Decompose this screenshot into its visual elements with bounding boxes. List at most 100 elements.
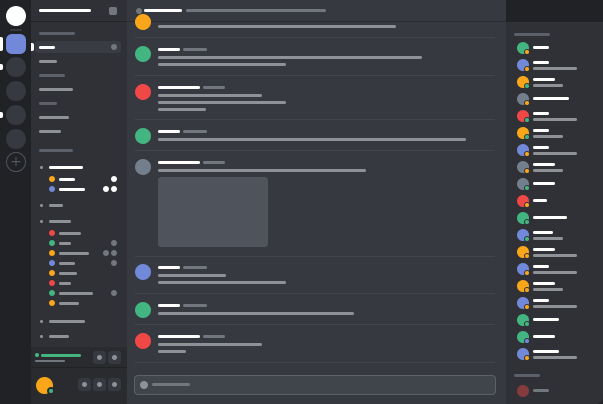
status-indicator bbox=[524, 66, 530, 72]
channel-name[interactable] bbox=[39, 46, 55, 49]
message-input[interactable] bbox=[134, 375, 496, 395]
microphone-icon[interactable] bbox=[78, 378, 91, 391]
channel-name[interactable] bbox=[39, 130, 61, 133]
gear-icon[interactable] bbox=[111, 44, 117, 50]
member-name[interactable] bbox=[533, 112, 549, 115]
avatar[interactable] bbox=[49, 270, 55, 276]
member-name[interactable] bbox=[533, 46, 549, 49]
timestamp bbox=[183, 130, 207, 133]
voice-member-name[interactable] bbox=[59, 232, 81, 235]
avatar[interactable] bbox=[49, 300, 55, 306]
member-name[interactable] bbox=[533, 318, 559, 321]
message-input-placeholder bbox=[152, 383, 190, 386]
headphones-icon bbox=[111, 250, 117, 256]
phone-icon[interactable] bbox=[108, 351, 121, 364]
username[interactable] bbox=[158, 86, 200, 89]
member-name[interactable] bbox=[533, 350, 559, 353]
member-name[interactable] bbox=[533, 265, 549, 268]
member-name[interactable] bbox=[533, 129, 549, 132]
plus-icon[interactable]: + bbox=[6, 152, 26, 172]
signal-icon[interactable] bbox=[93, 351, 106, 364]
member-name[interactable] bbox=[533, 97, 569, 100]
avatar[interactable] bbox=[49, 260, 55, 266]
headphones-icon[interactable] bbox=[93, 378, 106, 391]
username[interactable] bbox=[158, 266, 180, 269]
member-name[interactable] bbox=[533, 163, 555, 166]
avatar[interactable] bbox=[135, 128, 151, 144]
avatar[interactable] bbox=[135, 159, 151, 175]
speaker-icon bbox=[40, 220, 43, 223]
timestamp bbox=[183, 48, 207, 51]
avatar[interactable] bbox=[49, 230, 55, 236]
voice-channel-name[interactable] bbox=[49, 204, 63, 207]
member-name[interactable] bbox=[533, 231, 553, 234]
member-name[interactable] bbox=[533, 335, 555, 338]
avatar[interactable] bbox=[49, 176, 55, 182]
server-icon-1[interactable] bbox=[6, 34, 26, 54]
member-name[interactable] bbox=[533, 389, 549, 392]
voice-member-name[interactable] bbox=[59, 178, 75, 181]
member-name[interactable] bbox=[533, 78, 555, 81]
member-name[interactable] bbox=[533, 61, 549, 64]
avatar[interactable] bbox=[135, 14, 151, 30]
voice-member-name[interactable] bbox=[59, 252, 89, 255]
channel-name[interactable] bbox=[39, 88, 73, 91]
server-icon-3[interactable] bbox=[6, 81, 26, 101]
voice-channel-name[interactable] bbox=[49, 335, 69, 338]
avatar[interactable] bbox=[49, 240, 55, 246]
channel-name[interactable] bbox=[39, 116, 69, 119]
avatar[interactable] bbox=[49, 186, 55, 192]
guild-header[interactable] bbox=[31, 0, 127, 22]
image-attachment[interactable] bbox=[158, 177, 268, 247]
voice-member-name[interactable] bbox=[59, 242, 71, 245]
member-name[interactable] bbox=[533, 216, 567, 219]
upload-icon[interactable] bbox=[140, 381, 148, 389]
avatar[interactable] bbox=[135, 46, 151, 62]
avatar[interactable] bbox=[49, 280, 55, 286]
home-icon[interactable] bbox=[6, 6, 26, 26]
username[interactable] bbox=[158, 48, 180, 51]
avatar[interactable] bbox=[517, 385, 529, 397]
voice-member-name[interactable] bbox=[59, 292, 93, 295]
voice-member-name[interactable] bbox=[59, 188, 85, 191]
voice-channel-name[interactable] bbox=[49, 166, 83, 169]
server-icon-5[interactable] bbox=[6, 129, 26, 149]
server-icon-2[interactable] bbox=[6, 57, 26, 77]
server-icon-4[interactable] bbox=[6, 105, 26, 125]
voice-member-name[interactable] bbox=[59, 302, 79, 305]
username[interactable] bbox=[158, 304, 180, 307]
voice-channel-name[interactable] bbox=[49, 320, 85, 323]
chevron-down-icon[interactable] bbox=[109, 7, 117, 15]
channel-name[interactable] bbox=[39, 102, 57, 105]
username[interactable] bbox=[158, 335, 200, 338]
member-name[interactable] bbox=[533, 199, 547, 202]
member-activity bbox=[533, 169, 563, 172]
member-activity bbox=[533, 271, 577, 274]
member-name[interactable] bbox=[533, 248, 555, 251]
avatar[interactable] bbox=[135, 302, 151, 318]
member-name[interactable] bbox=[533, 182, 555, 185]
category-header[interactable] bbox=[39, 32, 75, 35]
avatar[interactable] bbox=[49, 250, 55, 256]
channel-name[interactable] bbox=[39, 74, 65, 77]
headphones-icon bbox=[111, 186, 117, 192]
avatar[interactable] bbox=[135, 84, 151, 100]
voice-member-name[interactable] bbox=[59, 262, 75, 265]
voice-channel-name[interactable] bbox=[49, 220, 71, 223]
member-name[interactable] bbox=[533, 282, 555, 285]
username[interactable] bbox=[158, 161, 200, 164]
member-name[interactable] bbox=[533, 146, 549, 149]
username[interactable] bbox=[158, 130, 180, 133]
avatar[interactable] bbox=[135, 264, 151, 280]
channel-name[interactable] bbox=[39, 60, 57, 63]
unread-indicator bbox=[0, 112, 3, 118]
avatar[interactable] bbox=[49, 290, 55, 296]
speaker-icon bbox=[40, 335, 43, 338]
gear-icon[interactable] bbox=[108, 378, 121, 391]
member-name[interactable] bbox=[533, 299, 549, 302]
voice-member-name[interactable] bbox=[59, 282, 71, 285]
category-header[interactable] bbox=[39, 149, 73, 152]
avatar[interactable] bbox=[135, 333, 151, 349]
voice-member-name[interactable] bbox=[59, 272, 77, 275]
status-indicator bbox=[524, 202, 530, 208]
